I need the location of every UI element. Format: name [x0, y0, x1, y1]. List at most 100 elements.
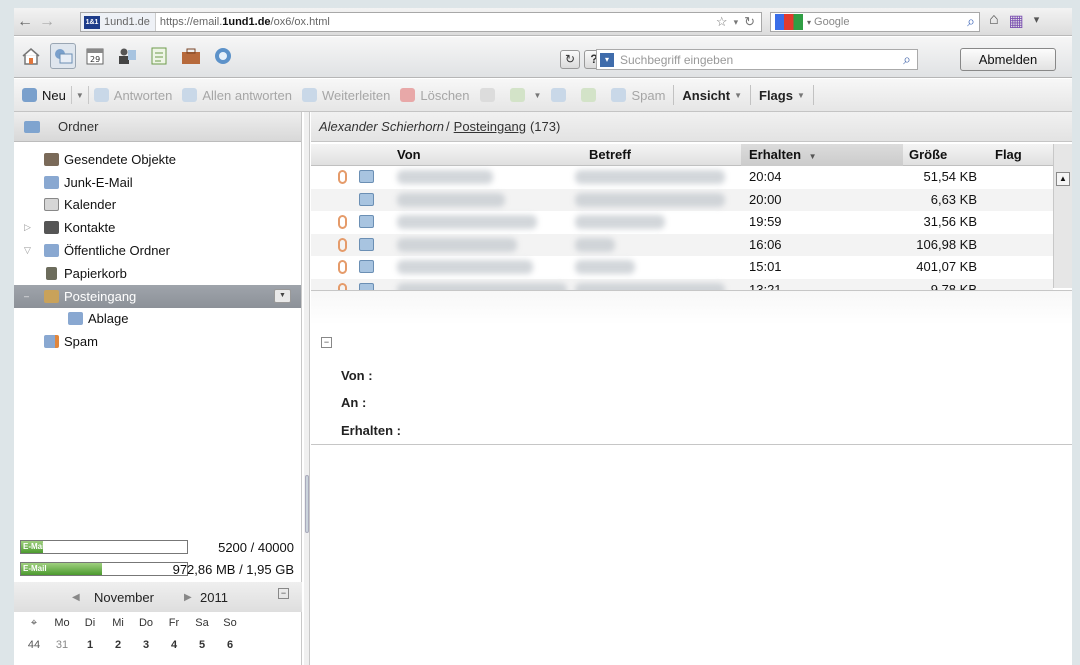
- redacted-subject: [575, 170, 725, 184]
- quota-mail-size: E-Mail 972,86 MB / 1,95 GB: [20, 560, 296, 578]
- refresh-button[interactable]: ↻: [560, 50, 580, 69]
- view-menu[interactable]: Ansicht ▼: [677, 79, 747, 111]
- email-module-icon[interactable]: [50, 43, 76, 69]
- mark-unread-button[interactable]: [576, 79, 606, 111]
- folder-tree: Gesendete Objekte Junk-E-Mail Kalender ▷…: [14, 142, 301, 353]
- url-text: https://email.1und1.de/ox6/ox.html: [159, 16, 330, 28]
- home-icon[interactable]: ⌂: [989, 11, 999, 31]
- prev-month-icon[interactable]: ◀: [72, 592, 80, 603]
- new-button[interactable]: Neu: [14, 79, 71, 111]
- folder-contacts[interactable]: ▷ Kontakte: [14, 216, 301, 239]
- reply-button[interactable]: Antworten: [89, 79, 178, 111]
- quota-bar: E-Mail: [20, 540, 188, 554]
- collapse-preview-icon[interactable]: −: [321, 337, 332, 348]
- table-row[interactable]: 19:59 31,56 KB: [311, 211, 1053, 234]
- search-icon[interactable]: ⌕: [903, 51, 911, 68]
- redacted-sender: [397, 260, 533, 275]
- column-from[interactable]: Von: [397, 147, 421, 162]
- search-scope-dropdown-icon[interactable]: ▾: [600, 52, 614, 67]
- move-icon: [509, 88, 525, 102]
- calendar-year[interactable]: 2011: [200, 590, 228, 605]
- spam-button[interactable]: Spam: [606, 79, 670, 111]
- table-row[interactable]: 15:01 401,07 KB: [311, 256, 1053, 279]
- column-size[interactable]: Größe: [909, 147, 947, 162]
- folder-junk[interactable]: Junk-E-Mail: [14, 171, 301, 194]
- week-number-icon[interactable]: ⌖: [20, 617, 48, 630]
- chevron-down-icon: ▼: [533, 90, 542, 100]
- collapse-arrow-icon[interactable]: –: [24, 291, 29, 301]
- mini-calendar: ◀ November ▶ 2011 − ⌖ Mo Di Mi Do Fr Sa …: [14, 582, 302, 665]
- attachment-icon: [338, 215, 347, 230]
- column-subject[interactable]: Betreff: [589, 147, 631, 162]
- column-flag[interactable]: Flag: [995, 147, 1022, 162]
- search-input[interactable]: ▾ Suchbegriff eingeben ⌕: [596, 49, 918, 70]
- back-icon[interactable]: ←: [14, 11, 36, 33]
- search-engine-dropdown-icon[interactable]: ▾: [807, 18, 811, 27]
- chevron-down-icon: ▼: [75, 90, 84, 100]
- forward-icon[interactable]: →: [36, 11, 58, 33]
- account-name: Alexander Schierhorn: [319, 119, 445, 134]
- splitter-grip[interactable]: [305, 475, 309, 533]
- settings-module-icon[interactable]: [210, 43, 236, 69]
- site-identity[interactable]: 1&1 1und1.de: [81, 13, 156, 31]
- contacts-module-icon[interactable]: [114, 43, 140, 69]
- redacted-subject: [575, 260, 635, 275]
- message-rows: 20:04 51,54 KB 20:00 6,63 KB 19:59 31,56…: [311, 166, 1053, 302]
- folder-trash[interactable]: Papierkorb: [14, 262, 301, 285]
- dropdown-arrow-icon[interactable]: ▾: [734, 17, 739, 30]
- folder-archive[interactable]: Ablage: [14, 308, 301, 331]
- folder-public[interactable]: ▽ Öffentliche Ordner: [14, 239, 301, 262]
- calendar-week-row: 44 31 1 2 3 4 5 6: [27, 639, 234, 651]
- print-icon: [479, 88, 495, 102]
- panel-splitter[interactable]: [304, 112, 310, 665]
- table-row[interactable]: 20:00 6,63 KB: [311, 188, 1053, 212]
- reload-icon[interactable]: ↻: [744, 14, 755, 30]
- inbox-icon: [44, 289, 59, 303]
- preview-to: An :: [341, 395, 367, 410]
- folder-inbox[interactable]: – Posteingang ▼: [14, 284, 301, 308]
- delete-button[interactable]: Löschen: [395, 79, 474, 111]
- print-button[interactable]: [475, 79, 505, 111]
- calendar-header: ◀ November ▶ 2011 −: [14, 582, 302, 612]
- tasks-module-icon[interactable]: [146, 43, 172, 69]
- folder-options-dropdown[interactable]: ▼: [274, 288, 291, 303]
- browser-search[interactable]: ▾ Google ⌕: [770, 12, 980, 32]
- scroll-up-icon[interactable]: ▲: [1056, 172, 1070, 186]
- addons-icon[interactable]: ▦: [1009, 11, 1024, 31]
- folder-calendar[interactable]: Kalender: [14, 194, 301, 217]
- bookmark-star-icon[interactable]: ☆: [716, 14, 728, 30]
- expand-arrow-icon[interactable]: ▷: [24, 222, 31, 233]
- collapse-arrow-icon[interactable]: ▽: [24, 245, 31, 256]
- move-button[interactable]: ▼: [505, 79, 547, 111]
- message-list-scrollbar[interactable]: ▲ ▼: [1053, 144, 1072, 308]
- breadcrumb: Alexander Schierhorn / Posteingang (173): [311, 112, 1072, 142]
- mark-read-button[interactable]: [546, 79, 576, 111]
- forward-button[interactable]: Weiterleiten: [297, 79, 395, 111]
- folder-spam[interactable]: Spam: [14, 330, 301, 353]
- calendar-month[interactable]: November: [94, 590, 154, 605]
- reply-all-icon: [182, 88, 198, 102]
- horizontal-divider[interactable]: [311, 290, 1072, 325]
- column-received[interactable]: Erhalten ▼: [741, 144, 903, 166]
- chevron-down-icon: ▼: [796, 90, 805, 100]
- next-month-icon[interactable]: ▶: [184, 592, 192, 603]
- folder-link[interactable]: Posteingang: [454, 119, 526, 134]
- folder-panel-header: Ordner: [14, 112, 301, 142]
- table-row[interactable]: 16:06 106,98 KB: [311, 233, 1053, 257]
- address-bar[interactable]: 1&1 1und1.de https://email.1und1.de/ox6/…: [80, 12, 762, 32]
- table-row[interactable]: 20:04 51,54 KB: [311, 166, 1053, 189]
- envelope-icon: [359, 192, 374, 206]
- collapse-calendar-icon[interactable]: −: [278, 588, 289, 599]
- files-module-icon[interactable]: [178, 43, 204, 69]
- new-dropdown[interactable]: ▼: [70, 86, 89, 104]
- menu-icon[interactable]: ▾: [1034, 13, 1040, 31]
- home-module-icon[interactable]: [18, 43, 44, 69]
- flags-menu[interactable]: Flags ▼: [754, 79, 810, 111]
- reply-all-button[interactable]: Allen antworten: [177, 79, 297, 111]
- quota-bar: E-Mail: [20, 562, 188, 576]
- calendar-icon: [44, 198, 59, 212]
- search-icon[interactable]: ⌕: [967, 13, 975, 30]
- logout-button[interactable]: Abmelden: [960, 48, 1056, 71]
- calendar-module-icon[interactable]: 29: [82, 43, 108, 69]
- folder-sent[interactable]: Gesendete Objekte: [14, 148, 301, 171]
